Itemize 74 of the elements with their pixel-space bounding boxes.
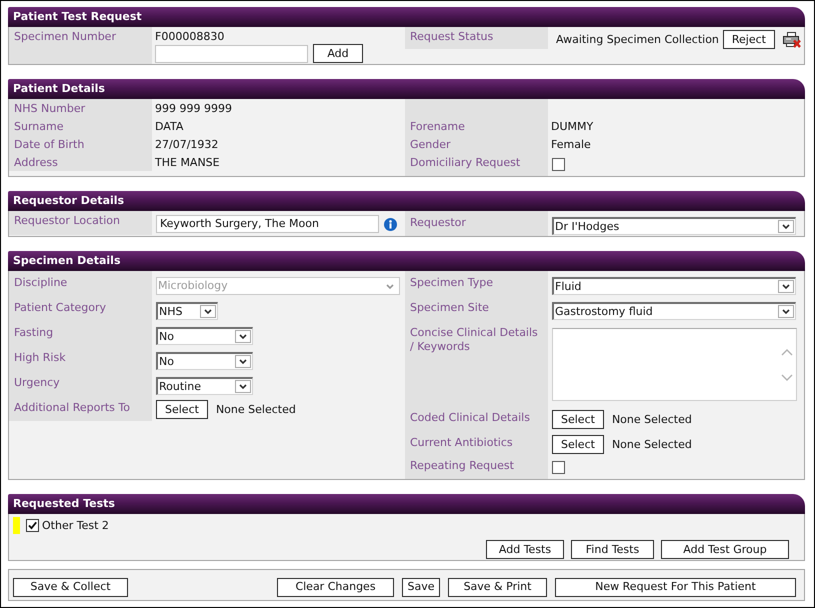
info-icon[interactable] xyxy=(384,218,397,230)
footer-button[interactable]: Save & Print xyxy=(448,578,547,596)
checkbox[interactable] xyxy=(552,158,565,171)
dropdown[interactable]: NHS xyxy=(156,302,218,320)
field-value: None Selected xyxy=(612,412,692,426)
section-header: Patient Test Request xyxy=(8,7,805,27)
status-text: Awaiting Specimen Collection xyxy=(556,33,719,46)
test-action-button[interactable]: Add Test Group xyxy=(661,540,789,559)
chevron-down-icon xyxy=(235,355,251,368)
dropdown[interactable]: Dr I'Hodges xyxy=(552,217,796,235)
field-label: Requestor xyxy=(410,216,466,229)
chevron-down-icon xyxy=(778,280,794,293)
field-label: NHS Number xyxy=(14,102,86,115)
field-value: DUMMY xyxy=(551,120,594,133)
field-label: Current Antibiotics xyxy=(410,436,513,449)
dropdown[interactable]: Gastrostomy fluid xyxy=(552,302,796,320)
field-label: Discipline xyxy=(14,276,68,289)
dropdown[interactable]: Routine xyxy=(156,377,253,395)
footer-button[interactable]: New Request For This Patient xyxy=(555,578,796,596)
field-value: F000008830 xyxy=(155,30,224,43)
section-header: Specimen Details xyxy=(8,251,805,271)
field-label: Specimen Number xyxy=(14,30,116,43)
text-input[interactable] xyxy=(155,44,308,62)
field-label: Specimen Type xyxy=(410,276,494,289)
field-label: Concise Clinical Details / Keywords xyxy=(410,326,538,353)
test-name: Other Test 2 xyxy=(42,519,109,532)
field-label: Requestor Location xyxy=(14,214,120,227)
checkbox[interactable] xyxy=(26,519,39,532)
checkbox[interactable] xyxy=(552,461,565,474)
field-value: THE MANSE xyxy=(155,156,220,169)
field-label: Surname xyxy=(14,120,64,133)
dropdown[interactable]: Fluid xyxy=(552,277,796,295)
field-label: High Risk xyxy=(14,351,66,364)
chevron-down-icon xyxy=(778,220,794,233)
dropdown[interactable]: No xyxy=(156,327,253,345)
field-value: None Selected xyxy=(612,438,692,452)
field-value: 999 999 9999 xyxy=(155,102,232,115)
footer-button[interactable]: Save xyxy=(402,578,440,596)
select-button[interactable]: Select xyxy=(552,410,604,429)
text-input[interactable]: Keyworth Surgery, The Moon xyxy=(156,215,379,233)
field-label: Forename xyxy=(410,120,465,133)
field-label: Specimen Site xyxy=(410,301,489,314)
field-label: Patient Category xyxy=(14,301,106,314)
chevron-down-icon xyxy=(200,305,216,318)
section-header: Patient Details xyxy=(8,79,805,99)
field-label: Request Status xyxy=(410,30,494,43)
chevron-down-icon xyxy=(235,330,251,343)
field-label: Urgency xyxy=(14,376,60,389)
section-header: Requested Tests xyxy=(8,494,805,514)
section-header: Requestor Details xyxy=(8,191,805,211)
field-label: Domiciliary Request xyxy=(410,156,520,169)
chevron-down-icon xyxy=(235,380,251,393)
field-value: DATA xyxy=(155,120,184,133)
select-button[interactable]: Select xyxy=(552,435,604,454)
reject-button[interactable]: Reject xyxy=(722,30,775,49)
test-action-button[interactable]: Find Tests xyxy=(571,540,654,559)
chevron-down-icon xyxy=(778,305,794,318)
test-action-button[interactable]: Add Tests xyxy=(486,540,564,559)
field-value: Female xyxy=(551,138,591,151)
field-label: Date of Birth xyxy=(14,138,84,151)
footer-button[interactable]: Clear Changes xyxy=(277,578,394,596)
field-label: Gender xyxy=(410,138,451,151)
dropdown[interactable]: No xyxy=(156,352,253,370)
field-label: Additional Reports To xyxy=(14,401,130,414)
add-button[interactable]: Add xyxy=(313,44,363,63)
field-label: Repeating Request xyxy=(410,459,514,472)
field-value: None Selected xyxy=(216,402,296,416)
field-label: Coded Clinical Details xyxy=(410,411,530,424)
select-button[interactable]: Select xyxy=(156,400,208,419)
field-label: Address xyxy=(14,156,58,169)
field-value: 27/07/1932 xyxy=(155,138,218,151)
field-label: Fasting xyxy=(14,326,54,339)
footer-button[interactable]: Save & Collect xyxy=(13,578,128,596)
printer-cross-icon[interactable] xyxy=(782,32,802,48)
